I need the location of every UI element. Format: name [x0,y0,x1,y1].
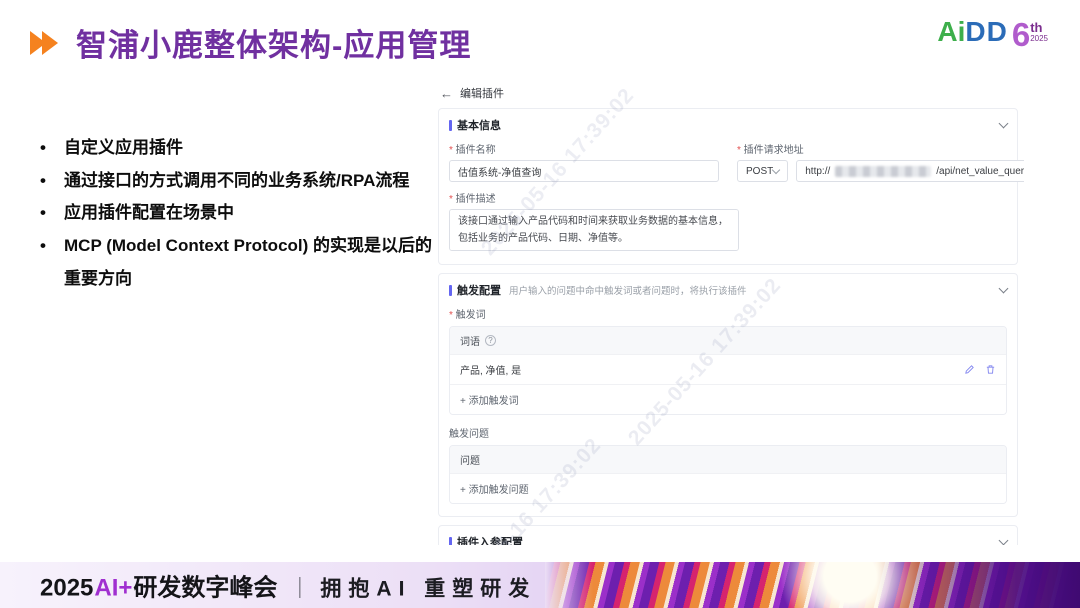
trigger-word-box: 词语 ? 产品, 净值, 是 + 添加触发词 [449,326,1007,415]
double-arrow-icon [30,30,64,56]
basic-info-title: 基本信息 [457,117,501,133]
bullet-item: 自定义应用插件 [36,132,438,165]
trigger-word-column-title: 词语 [460,333,480,348]
edit-plugin-topbar: ← 编辑插件 [432,80,1024,108]
logo-dd-text: DD [965,18,1007,46]
trigger-config-header: 触发配置 用户输入的问题中命中触发词或者问题时，将执行该插件 [449,282,1007,298]
plugin-desc-label: 插件描述 [449,190,1007,205]
help-icon[interactable]: ? [485,335,496,346]
logo-th-block: th 2025 [1030,21,1048,43]
chevron-down-icon[interactable] [999,536,1009,545]
edit-icon[interactable] [964,364,975,375]
chevron-down-icon[interactable] [999,284,1009,294]
chevron-down-icon [772,165,780,173]
plugin-name-label: 插件名称 [449,141,719,156]
section-bar [449,120,452,131]
trigger-word-row: 产品, 净值, 是 [450,354,1006,384]
logo-th-text: th [1030,21,1048,34]
logo-six-text: 6 [1012,18,1030,51]
chevron-down-icon[interactable] [999,119,1009,129]
footer-banner: 2025AI+研发数字峰会 ｜ 拥抱AI 重塑研发 [0,562,1080,608]
plugin-name-input[interactable] [449,160,719,182]
url-prefix: http:// [805,166,830,177]
plugin-url-label: 插件请求地址 [737,141,1007,156]
http-method-select[interactable]: POST [737,160,788,182]
trigger-word-label: 触发词 [449,306,1007,321]
trigger-word-value: 产品, 净值, 是 [460,362,521,377]
edit-plugin-title: 编辑插件 [460,85,504,101]
basic-info-header: 基本信息 [449,117,1007,133]
redacted-url-segment [835,166,931,177]
http-method-value: POST [746,166,773,177]
footer-slogan: 拥抱AI 重塑研发 [320,573,536,603]
plugin-params-title: 插件入参配置 [457,534,523,545]
basic-info-card: 基本信息 插件名称 插件请求地址 POST http:// /ap [438,108,1018,265]
plugin-name-group: 插件名称 [449,141,719,182]
trigger-word-box-header: 词语 ? [450,327,1006,354]
plugin-desc-textarea[interactable]: 该接口通过输入产品代码和时间来获取业务数据的基本信息，包括业务的产品代码、日期、… [449,209,739,251]
section-bar [449,537,452,546]
trigger-question-box: 问题 + 添加触发问题 [449,445,1007,504]
trigger-question-column-title: 问题 [460,452,480,467]
add-trigger-question-button[interactable]: + 添加触发问题 [450,473,1006,503]
logo-year-text: 2025 [1030,35,1048,43]
trigger-config-subtitle: 用户输入的问题中命中触发词或者问题时，将执行该插件 [509,283,747,297]
delete-icon[interactable] [985,364,996,375]
plugin-url-group: 插件请求地址 POST http:// /api/net_value_query [737,141,1007,182]
footer-year: 2025 [40,575,93,603]
url-suffix: /api/net_value_query [936,166,1024,177]
bullet-item: 通过接口的方式调用不同的业务系统/RPA流程 [36,165,438,198]
logo-ai-text: Ai [937,18,965,46]
bullet-list: 自定义应用插件 通过接口的方式调用不同的业务系统/RPA流程 应用插件配置在场景… [36,132,438,295]
trigger-config-title: 触发配置 [457,282,501,298]
back-arrow-icon[interactable]: ← [440,86,453,101]
add-trigger-word-button[interactable]: + 添加触发词 [450,384,1006,414]
aidd-logo: AiDD6 th 2025 [937,18,1048,51]
slide-header: 智浦小鹿整体架构-应用管理 [30,20,471,65]
footer-event: 研发数字峰会 [133,568,277,603]
footer-brand: AI+ [94,575,132,603]
footer-banner-text: 2025AI+研发数字峰会 ｜ 拥抱AI 重塑研发 [40,568,536,603]
request-url-input[interactable]: http:// /api/net_value_query [796,160,1024,182]
plugin-params-card: 插件入参配置 + 添加字段 按照插件的执行要求，配置相应请求参数的具体信息 参数… [438,525,1018,545]
abstract-3d-artwork [545,562,1080,608]
bullet-item: MCP (Model Context Protocol) 的实现是以后的重要方向 [36,230,438,295]
app-screenshot-panel: 2025-05-16 17:39:02 2025-05-16 17:39:02 … [432,80,1024,545]
section-bar [449,285,452,296]
trigger-question-box-header: 问题 [450,446,1006,473]
page-title: 智浦小鹿整体架构-应用管理 [76,20,471,65]
trigger-config-card: 触发配置 用户输入的问题中命中触发词或者问题时，将执行该插件 触发词 词语 ? … [438,273,1018,517]
bullet-item: 应用插件配置在场景中 [36,197,438,230]
plugin-params-header: 插件入参配置 [449,534,1007,545]
trigger-question-label: 触发问题 [449,425,1007,440]
footer-separator: ｜ [289,573,310,603]
